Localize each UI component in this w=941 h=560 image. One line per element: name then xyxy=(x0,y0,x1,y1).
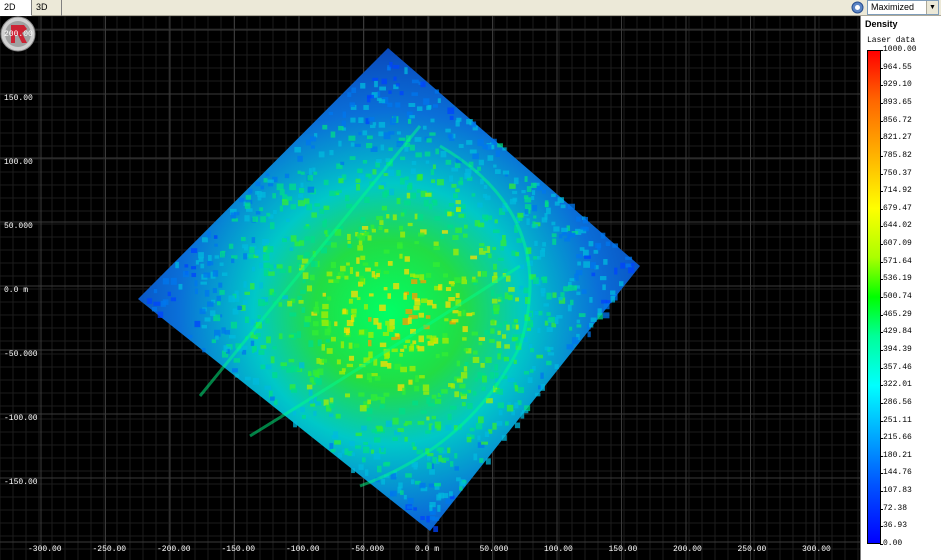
legend-tick-label: 394.39 xyxy=(880,344,912,354)
y-tick-label: -150.00 xyxy=(4,478,38,487)
legend-tick-label: 821.27 xyxy=(880,133,912,143)
legend-tick-label: 571.64 xyxy=(880,256,912,266)
view-options-icon[interactable] xyxy=(851,1,864,14)
legend-tick-label: 536.19 xyxy=(880,274,912,284)
legend-tick-label: 357.46 xyxy=(880,362,912,372)
legend-tick-label: 215.66 xyxy=(880,433,912,443)
legend-tick-label: 500.74 xyxy=(880,292,912,301)
legend-tick-label: 785.82 xyxy=(880,150,912,160)
tab-2d[interactable]: 2D xyxy=(0,0,32,16)
y-tick-label: -100.00 xyxy=(4,414,38,423)
y-tick-label: 0.0 m xyxy=(4,286,29,295)
legend-tick-label: 36.93 xyxy=(879,521,908,531)
legend-tick-label: 144.76 xyxy=(880,468,912,478)
x-tick-label: -300.00 xyxy=(28,545,62,554)
x-tick-label: 150.00 xyxy=(608,545,638,554)
legend-tick-label: 714.92 xyxy=(880,186,912,196)
legend-tick-label: 107.83 xyxy=(880,486,912,496)
view-controls: Maximized ▼ xyxy=(851,0,941,16)
legend-color-ramp xyxy=(867,50,881,544)
legend-tick-label: 251.11 xyxy=(880,415,912,425)
y-tick-label: 150.00 xyxy=(4,94,33,103)
legend-tick-label: 607.09 xyxy=(880,239,912,249)
legend-tick-label: 856.72 xyxy=(880,115,912,125)
density-legend: Density Laser data 1000.00 964.55 929.10 89… xyxy=(860,16,941,560)
x-tick-label: -250.00 xyxy=(92,545,127,554)
y-tick-label: 200.00 xyxy=(4,30,33,39)
x-tick-label: -200.00 xyxy=(157,545,191,554)
legend-tick-label: 644.02 xyxy=(880,221,912,231)
legend-tick-label: 929.10 xyxy=(880,80,912,90)
legend-tick-label: 286.56 xyxy=(880,397,912,407)
legend-title: Density xyxy=(865,19,898,29)
chevron-down-icon[interactable]: ▼ xyxy=(926,1,938,14)
x-tick-label: -100.00 xyxy=(286,545,320,554)
legend-tick-label: 1000.00 xyxy=(880,45,917,54)
legend-tick-label: 0.00 xyxy=(879,539,903,548)
legend-tick-label: 322.01 xyxy=(880,380,912,390)
legend-tick-label: 429.84 xyxy=(880,327,912,337)
legend-tick-label: 750.37 xyxy=(880,168,912,178)
x-tick-label: 300.00 xyxy=(802,545,831,554)
x-tick-label: -150.00 xyxy=(221,545,256,554)
tab-3d[interactable]: 3D xyxy=(32,0,62,16)
density-map-canvas[interactable]: 200.00 150.00 100.00 50.000 0.0 m -50.000 -100… xyxy=(0,16,860,560)
view-mode-select[interactable]: Maximized ▼ xyxy=(867,0,939,15)
density-map-svg xyxy=(0,16,860,560)
x-tick-label: 100.00 xyxy=(544,545,573,554)
x-tick-label: 250.00 xyxy=(737,545,767,554)
x-tick-label: -50.000 xyxy=(350,545,385,554)
legend-tick-label: 893.65 xyxy=(880,97,912,107)
x-tick-label: 200.00 xyxy=(673,545,702,554)
y-tick-label: -50.000 xyxy=(4,350,38,359)
y-tick-label: 50.000 xyxy=(4,222,33,231)
x-tick-label: 0.0 m xyxy=(415,545,440,554)
legend-subtitle: Laser data xyxy=(867,36,916,45)
legend-tick-label: 465.29 xyxy=(880,309,912,319)
legend-tick-label: 964.55 xyxy=(880,62,912,72)
legend-tick-label: 679.47 xyxy=(880,203,912,213)
density-viewer-window: 2D 3D Maximized ▼ 200.00 150.00 100.00 50.0… xyxy=(0,0,941,560)
x-tick-label: 50.000 xyxy=(479,545,509,554)
view-mode-value: Maximized xyxy=(871,2,915,12)
legend-tick-label: 180.21 xyxy=(880,450,912,460)
legend-tick-label: 72.38 xyxy=(879,503,908,513)
y-tick-label: 100.00 xyxy=(4,158,33,167)
top-toolbar: 2D 3D Maximized ▼ xyxy=(0,0,941,16)
